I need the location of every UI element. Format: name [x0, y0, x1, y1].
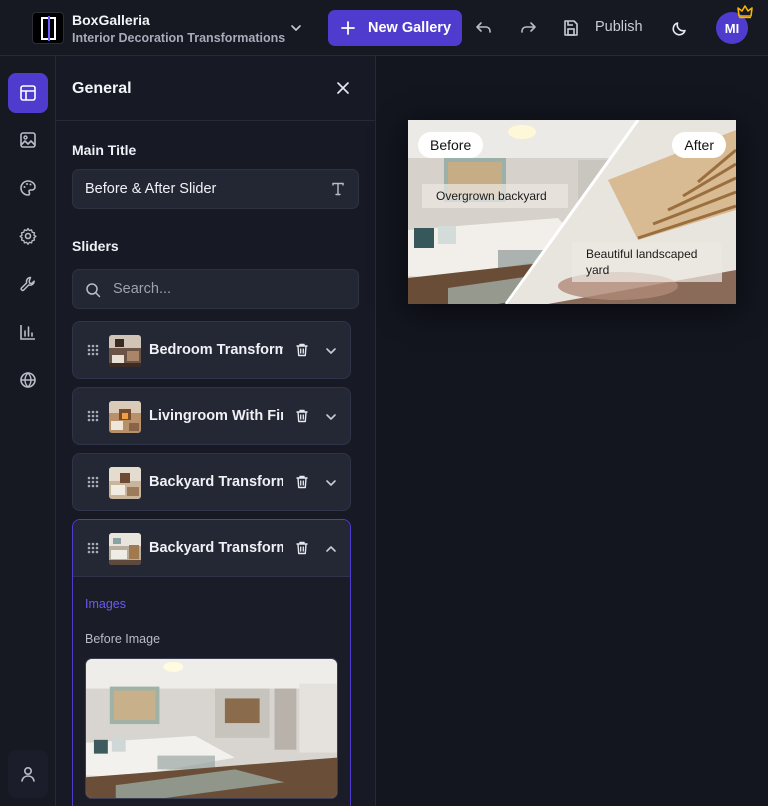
rail-item-settings[interactable] — [8, 216, 48, 256]
slider-name: Bedroom Transformation — [149, 342, 283, 358]
slider-item[interactable]: Livingroom With Fireplace — [72, 387, 351, 445]
layout-icon — [20, 85, 36, 101]
gear-icon — [19, 227, 37, 245]
slider-name: Backyard Transformation — [149, 474, 283, 490]
wrench-icon — [20, 276, 35, 292]
rail-item-tools[interactable] — [8, 264, 48, 304]
trash-icon[interactable] — [294, 540, 310, 556]
slider-row[interactable]: Backyard Transformation — [73, 454, 350, 511]
left-rail — [0, 56, 56, 806]
drag-handle-icon[interactable] — [87, 476, 99, 488]
general-panel: General Main Title Before & After Slider… — [56, 56, 376, 806]
new-gallery-label: New Gallery — [368, 20, 452, 36]
search-icon — [86, 283, 101, 298]
slider-item-expanded[interactable]: Backyard Transformation Images Before Im… — [72, 519, 351, 806]
rail-item-general[interactable] — [8, 73, 48, 113]
chevron-down-icon[interactable] — [288, 20, 304, 36]
chevron-up-icon[interactable] — [324, 542, 338, 556]
trash-icon[interactable] — [294, 474, 310, 490]
new-gallery-button[interactable]: New Gallery — [328, 10, 462, 46]
main-title-value: Before & After Slider — [85, 181, 217, 197]
canvas-area: Before After Overgrown backyard Beautifu… — [376, 56, 768, 806]
slider-row[interactable]: Backyard Transformation — [73, 520, 350, 577]
slider-row[interactable]: Livingroom With Fireplace — [73, 388, 350, 445]
before-after-preview[interactable]: Before After Overgrown backyard Beautifu… — [408, 120, 736, 304]
trash-icon[interactable] — [294, 408, 310, 424]
close-icon[interactable] — [334, 79, 352, 97]
drag-handle-icon[interactable] — [87, 542, 99, 554]
main-title-label: Main Title — [72, 142, 137, 158]
slider-thumbnail — [109, 401, 141, 433]
slider-search — [72, 269, 359, 309]
main-title-input[interactable]: Before & After Slider — [72, 169, 359, 209]
user-icon — [21, 766, 35, 782]
after-caption: Beautiful landscaped yard — [572, 242, 722, 282]
slider-thumbnail — [109, 335, 141, 367]
drag-handle-icon[interactable] — [87, 344, 99, 356]
crown-icon — [737, 5, 753, 19]
sliders-label: Sliders — [72, 238, 119, 254]
undo-icon[interactable] — [474, 18, 494, 38]
slider-item[interactable]: Bedroom Transformation — [72, 321, 351, 379]
plus-icon — [341, 21, 355, 35]
chevron-down-icon[interactable] — [324, 476, 338, 490]
before-image-label: Before Image — [85, 632, 161, 646]
rail-item-images[interactable] — [8, 120, 48, 160]
drag-handle-icon[interactable] — [87, 410, 99, 422]
slider-row[interactable]: Bedroom Transformation — [73, 322, 350, 379]
rail-item-language[interactable] — [8, 360, 48, 400]
palette-icon — [20, 180, 36, 196]
publish-button[interactable]: Publish — [595, 19, 643, 35]
slider-name: Livingroom With Fireplace — [149, 408, 283, 424]
before-image-preview[interactable] — [85, 658, 338, 799]
before-caption: Overgrown backyard — [422, 184, 568, 208]
chevron-down-icon[interactable] — [324, 410, 338, 424]
avatar-initials: MI — [724, 20, 740, 36]
moon-icon[interactable] — [670, 18, 690, 38]
save-icon[interactable] — [561, 18, 581, 38]
brand-title: BoxGalleria — [72, 12, 150, 28]
rail-item-style[interactable] — [8, 168, 48, 208]
panel-header: General — [56, 56, 375, 121]
chevron-down-icon[interactable] — [324, 344, 338, 358]
globe-icon — [20, 372, 36, 388]
before-badge: Before — [418, 132, 484, 158]
slider-thumbnail — [109, 533, 141, 565]
trash-icon[interactable] — [294, 342, 310, 358]
brand-subtitle: Interior Decoration Transformations — [72, 31, 286, 45]
image-icon — [20, 132, 36, 148]
rail-item-account[interactable] — [8, 750, 48, 798]
images-section-label: Images — [85, 597, 126, 611]
panel-title: General — [72, 80, 132, 97]
type-icon — [332, 182, 344, 196]
top-header: BoxGalleria Interior Decoration Transfor… — [0, 0, 768, 56]
slider-item[interactable]: Backyard Transformation — [72, 453, 351, 511]
redo-icon[interactable] — [518, 18, 538, 38]
slider-thumbnail — [109, 467, 141, 499]
bar-chart-icon — [20, 325, 35, 340]
after-badge: After — [672, 132, 726, 158]
slider-name: Backyard Transformation — [149, 540, 283, 556]
search-input[interactable] — [113, 270, 343, 308]
brand-logo[interactable] — [32, 12, 64, 44]
rail-item-analytics[interactable] — [8, 312, 48, 352]
